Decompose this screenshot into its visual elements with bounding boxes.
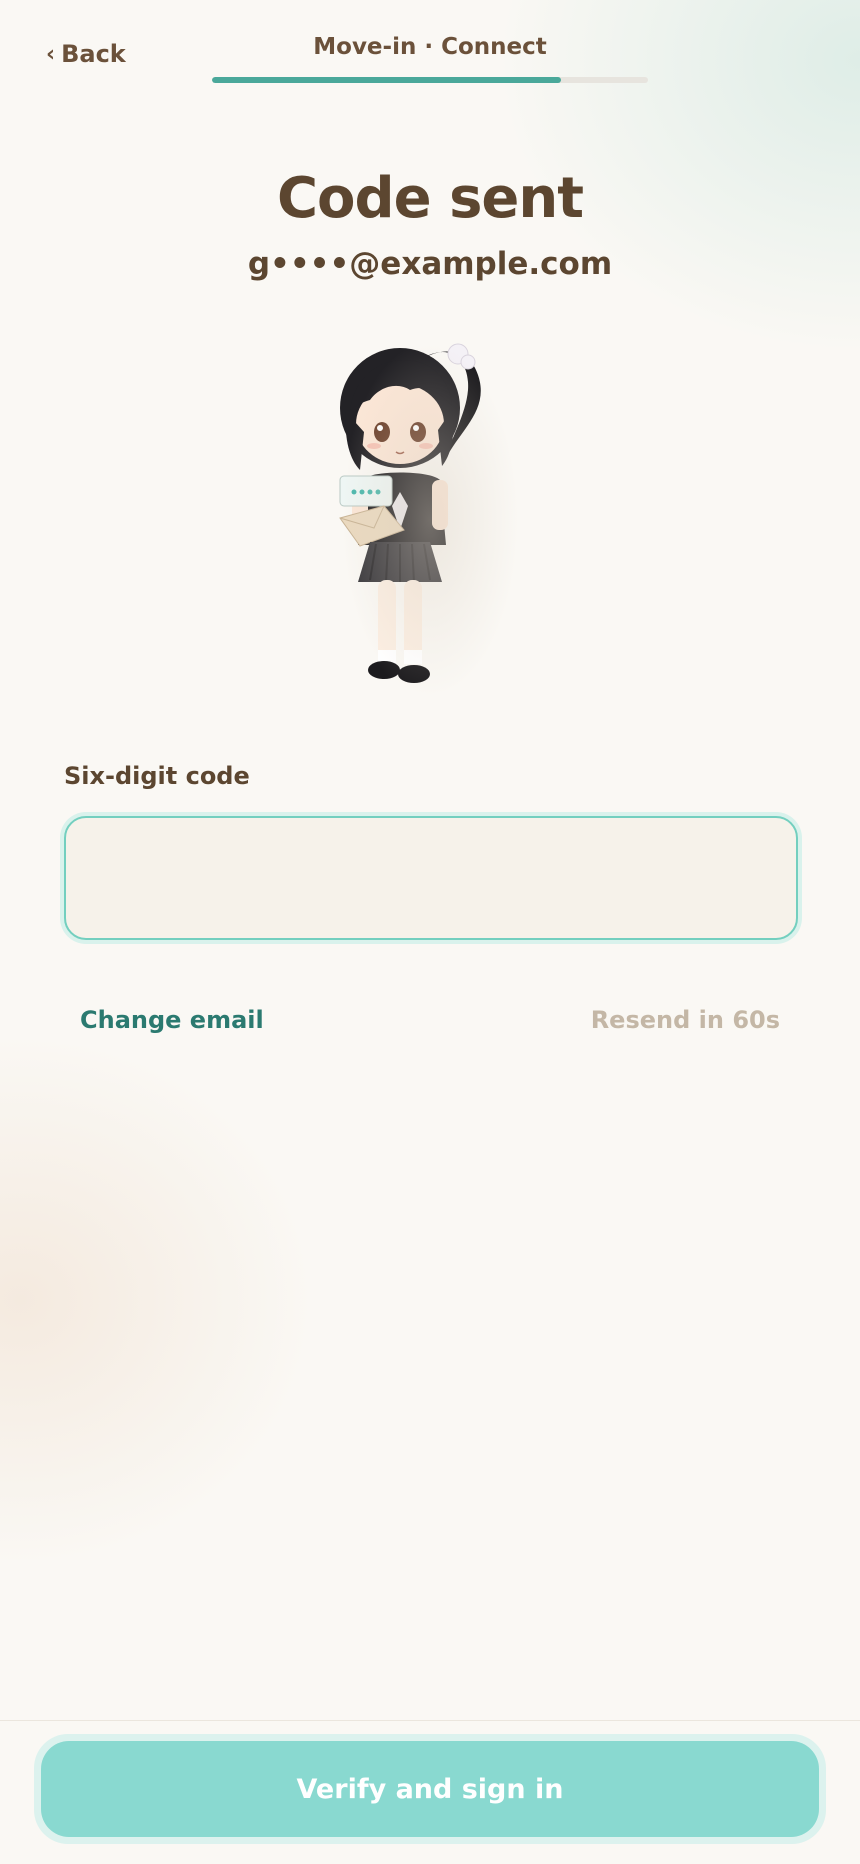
chevron-left-icon: ‹ xyxy=(46,42,56,67)
back-label: Back xyxy=(61,40,126,68)
resend-timer: Resend in 60s xyxy=(590,1006,780,1034)
progress-bar xyxy=(212,77,648,83)
back-button[interactable]: ‹ Back xyxy=(46,40,126,68)
mascot-glow xyxy=(340,340,520,700)
page-title: Code sent xyxy=(276,166,584,231)
code-input[interactable] xyxy=(64,816,798,940)
primary-button-wrapper: Verify and sign in xyxy=(34,1734,826,1844)
change-email-link[interactable]: Change email xyxy=(80,1006,264,1034)
progress-fill xyxy=(212,77,561,83)
verify-sign-in-button[interactable]: Verify and sign in xyxy=(41,1741,819,1837)
code-field-label: Six-digit code xyxy=(64,762,250,790)
top-bar: ‹ Back Move-in · Connect xyxy=(0,0,860,110)
code-input-wrapper xyxy=(60,812,802,944)
mascot-illustration xyxy=(300,320,560,720)
footer-divider xyxy=(0,1720,860,1721)
masked-email: g••••@example.com xyxy=(247,246,613,282)
step-title: Move-in · Connect xyxy=(313,34,547,60)
